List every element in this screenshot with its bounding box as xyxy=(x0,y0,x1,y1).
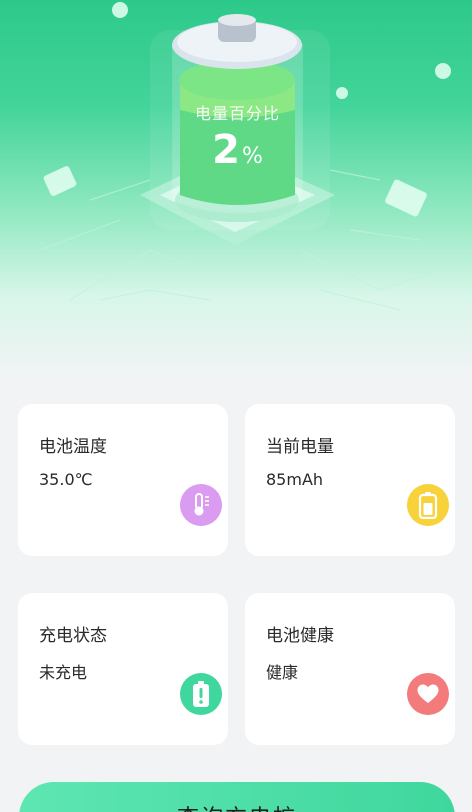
battery-percent: 2% xyxy=(160,130,315,170)
battery-health-card[interactable]: 电池健康 健康 xyxy=(245,593,455,745)
temperature-title: 电池温度 xyxy=(39,437,107,457)
capacity-title: 当前电量 xyxy=(266,437,334,457)
capacity-card[interactable]: 当前电量 85mAh xyxy=(245,404,455,556)
charging-status-title: 充电状态 xyxy=(39,626,107,646)
query-charging-station-button[interactable]: 查询充电桩 xyxy=(19,782,455,812)
battery-readout: 电量百分比 2% xyxy=(160,100,315,170)
battery-health-value: 健康 xyxy=(266,663,299,682)
charging-status-value: 未充电 xyxy=(39,663,88,682)
battery-percent-value: 2 xyxy=(212,127,240,173)
charging-status-card[interactable]: 充电状态 未充电 xyxy=(18,593,228,745)
heart-icon xyxy=(407,673,449,715)
battery-label: 电量百分比 xyxy=(194,104,280,123)
battery-alert-icon xyxy=(180,673,222,715)
battery-icon xyxy=(407,484,449,526)
temperature-card[interactable]: 电池温度 35.0℃ xyxy=(18,404,228,556)
battery-percent-unit: % xyxy=(241,144,263,169)
battery-health-title: 电池健康 xyxy=(266,626,334,646)
capacity-value: 85mAh xyxy=(266,470,324,489)
temperature-value: 35.0℃ xyxy=(39,470,93,489)
battery-hero: 电量百分比 2% xyxy=(0,0,472,380)
thermometer-icon xyxy=(180,484,222,526)
